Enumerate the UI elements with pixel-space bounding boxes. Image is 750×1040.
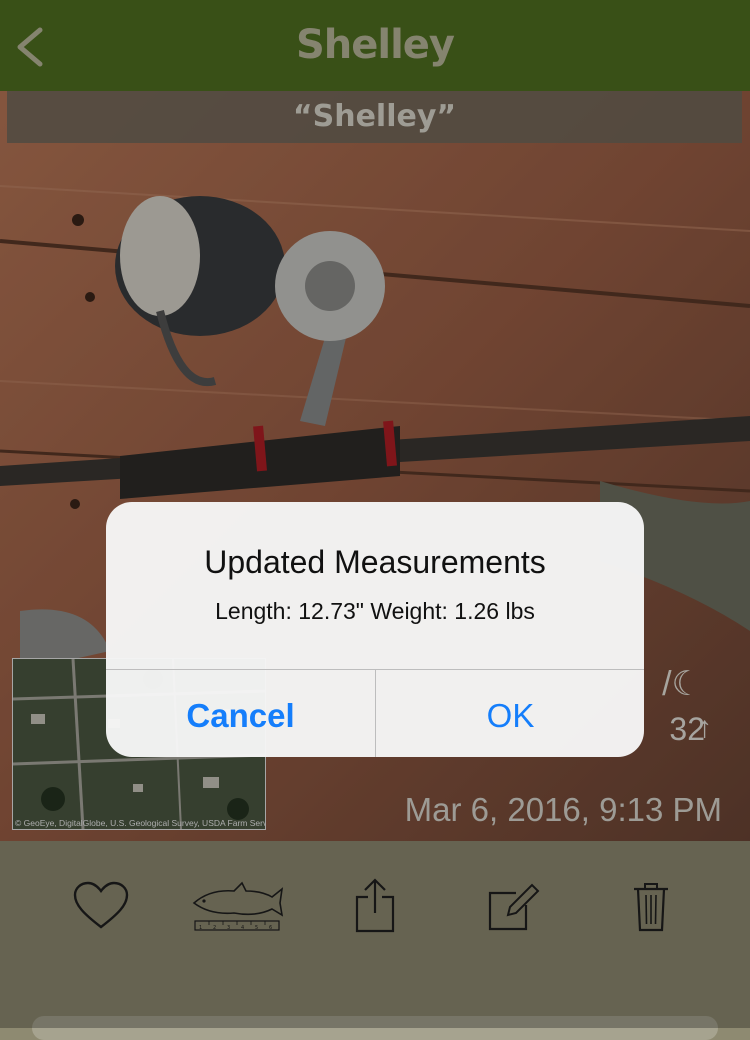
cancel-button[interactable]: Cancel [106, 670, 375, 757]
ok-button[interactable]: OK [376, 670, 644, 757]
measurements-alert: Updated Measurements Length: 12.73" Weig… [106, 502, 644, 757]
alert-title: Updated Measurements [204, 544, 546, 580]
alert-message: Length: 12.73" Weight: 1.26 lbs [215, 598, 535, 624]
